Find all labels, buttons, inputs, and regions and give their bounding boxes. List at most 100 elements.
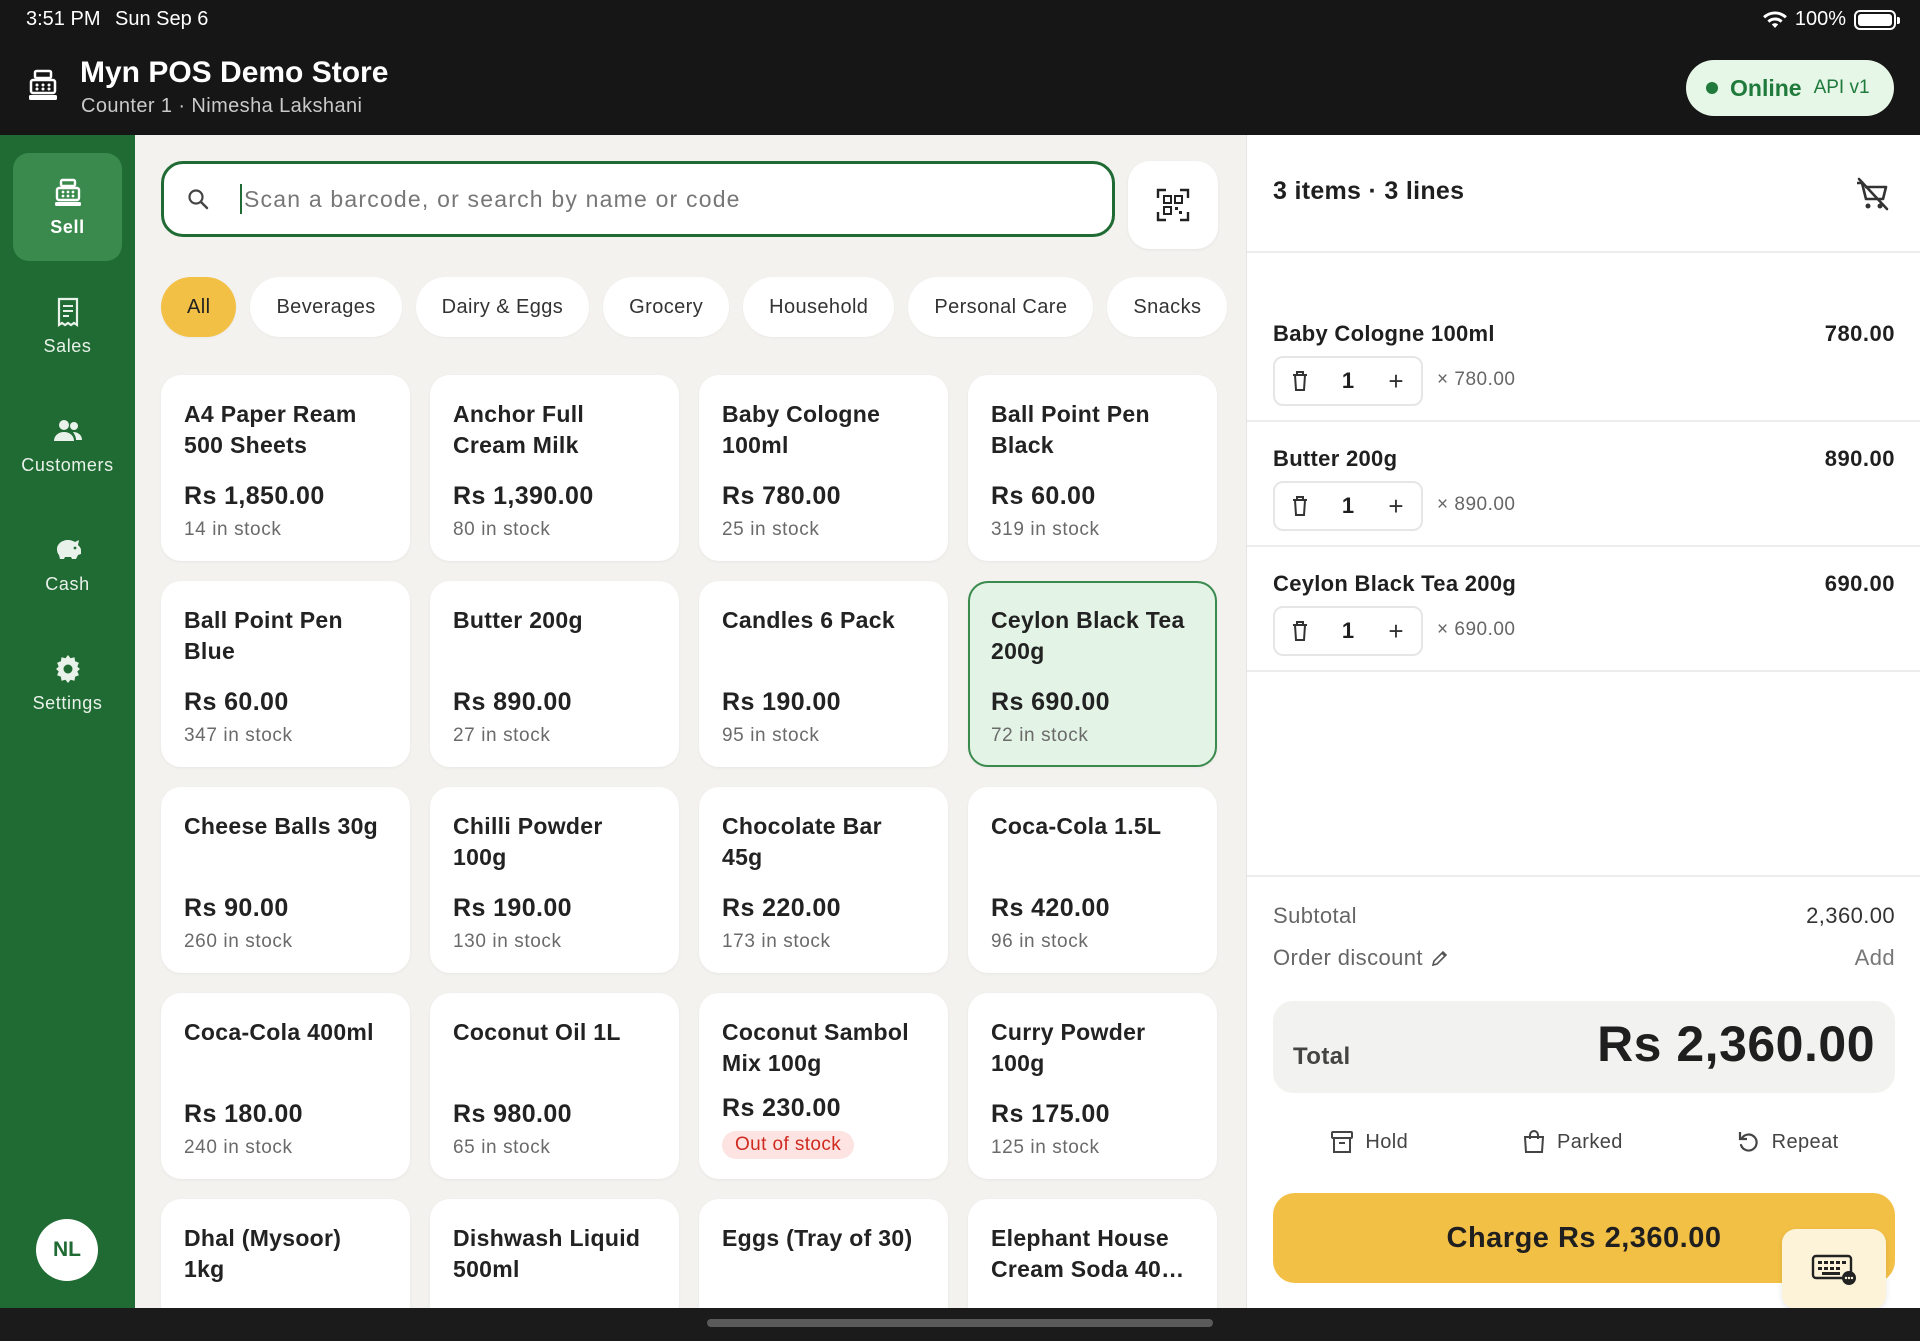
cart-line-name: Ceylon Black Tea 200g: [1273, 571, 1517, 596]
product-price: Rs 190.00: [453, 894, 572, 922]
parked-button[interactable]: Parked: [1521, 1129, 1623, 1155]
product-name: Ball Point Pen Blue: [184, 607, 343, 664]
product-card[interactable]: Coca-Cola 1.5L Rs 420.00 96 in stock: [968, 787, 1217, 973]
product-card[interactable]: Ball Point Pen Blue Rs 60.00 347 in stock: [161, 581, 410, 767]
product-name: Chilli Powder 100g: [453, 813, 603, 870]
connection-status[interactable]: Online API v1: [1686, 60, 1894, 116]
product-stock: 27 in stock: [453, 725, 551, 746]
remove-item-button[interactable]: [1275, 370, 1325, 392]
subtotal-value: 2,360.00: [1806, 903, 1895, 928]
clear-cart-icon[interactable]: [1853, 175, 1893, 215]
repeat-button[interactable]: Repeat: [1736, 1129, 1839, 1155]
product-card[interactable]: Chilli Powder 100g Rs 190.00 130 in stock: [430, 787, 679, 973]
quantity-stepper: 1 +: [1273, 606, 1423, 656]
qr-scan-icon: [1156, 188, 1190, 222]
product-name: Coconut Sambol Mix 100g: [722, 1019, 909, 1076]
search-input[interactable]: [244, 185, 1044, 213]
text-caret: [240, 184, 242, 214]
quantity-stepper: 1 +: [1273, 481, 1423, 531]
quantity-value[interactable]: 1: [1325, 368, 1371, 394]
product-card[interactable]: Ball Point Pen Black Rs 60.00 319 in stock: [968, 375, 1217, 561]
cart-line-name: Butter 200g: [1273, 446, 1398, 471]
product-stock: 95 in stock: [722, 725, 820, 746]
cart-line-total: 690.00: [1824, 571, 1895, 596]
product-card[interactable]: Coconut Oil 1L Rs 980.00 65 in stock: [430, 993, 679, 1179]
product-price: Rs 60.00: [991, 482, 1096, 510]
product-name: Coconut Oil 1L: [453, 1019, 621, 1045]
trash-icon: [1293, 496, 1307, 516]
product-stock: 347 in stock: [184, 725, 293, 746]
product-name: Curry Powder 100g: [991, 1019, 1146, 1076]
product-card[interactable]: A4 Paper Ream 500 Sheets Rs 1,850.00 14 in…: [161, 375, 410, 561]
sidebar-item-customers[interactable]: Customers: [13, 391, 122, 499]
pencil-icon: [1431, 950, 1448, 967]
api-version: API v1: [1813, 77, 1870, 98]
product-card[interactable]: Eggs (Tray of 30): [699, 1199, 948, 1308]
product-price: Rs 420.00: [991, 894, 1110, 922]
quantity-value[interactable]: 1: [1325, 618, 1371, 644]
scan-barcode-button[interactable]: [1128, 161, 1218, 249]
product-price: Rs 175.00: [991, 1100, 1110, 1128]
wifi-icon: [1762, 11, 1787, 28]
category-chip[interactable]: Dairy & Eggs: [415, 277, 590, 337]
product-card[interactable]: Ceylon Black Tea 200g Rs 690.00 72 in stoc…: [968, 581, 1217, 767]
increase-quantity-button[interactable]: +: [1371, 491, 1421, 522]
sidebar-item-cash[interactable]: Cash: [13, 510, 122, 618]
category-chip[interactable]: Household: [743, 277, 895, 337]
product-name: Anchor Full Cream Milk Pow…: [453, 401, 585, 458]
status-date: Sun Sep 6: [115, 8, 209, 30]
quantity-value[interactable]: 1: [1325, 493, 1371, 519]
product-price: Rs 230.00: [722, 1094, 841, 1122]
discount-label-wrap[interactable]: Order discount: [1273, 945, 1449, 971]
category-chip[interactable]: All: [161, 277, 237, 337]
sidebar-item-sell[interactable]: Sell: [13, 153, 122, 261]
product-stock: 319 in stock: [991, 519, 1100, 540]
product-stock: 72 in stock: [991, 725, 1089, 746]
category-chip[interactable]: Beverages: [250, 277, 402, 337]
product-stock: 130 in stock: [453, 931, 562, 952]
product-card[interactable]: Baby Cologne 100ml Rs 780.00 25 in stock: [699, 375, 948, 561]
product-card[interactable]: Coca-Cola 400ml Rs 180.00 240 in stock: [161, 993, 410, 1179]
cart-count: 3 items · 3 lines: [1273, 177, 1465, 205]
hold-button[interactable]: Hold: [1329, 1129, 1408, 1155]
connection-status-label: Online: [1730, 74, 1802, 101]
product-name: Cheese Balls 30g: [184, 813, 379, 839]
discount-row: Order discount Add: [1273, 945, 1895, 971]
product-card[interactable]: Chocolate Bar 45g Rs 220.00 173 in stock: [699, 787, 948, 973]
repeat-label: Repeat: [1771, 1130, 1839, 1153]
increase-quantity-button[interactable]: +: [1371, 616, 1421, 647]
product-card[interactable]: Elephant House Cream Soda 40…: [968, 1199, 1217, 1308]
product-name: Butter 200g: [453, 607, 583, 633]
quantity-stepper: 1 +: [1273, 356, 1423, 406]
product-card[interactable]: Candles 6 Pack Rs 190.00 95 in stock: [699, 581, 948, 767]
product-name: Eggs (Tray of 30): [722, 1225, 913, 1251]
sidebar-item-label: Settings: [32, 692, 103, 713]
add-discount-button[interactable]: Add: [1855, 945, 1895, 971]
product-card[interactable]: Coconut Sambol Mix 100g Rs 230.00 Out of s…: [699, 993, 948, 1179]
avatar[interactable]: NL: [36, 1219, 98, 1281]
product-card[interactable]: Butter 200g Rs 890.00 27 in stock: [430, 581, 679, 767]
cart-panel: 3 items · 3 lines Baby Cologne 100ml 780.…: [1246, 135, 1920, 1309]
product-card[interactable]: Dishwash Liquid 500ml: [430, 1199, 679, 1308]
category-chip[interactable]: Grocery: [603, 277, 730, 337]
sidebar-item-settings[interactable]: Settings: [13, 629, 122, 737]
category-chip[interactable]: Snacks: [1107, 277, 1228, 337]
product-card[interactable]: Curry Powder 100g Rs 175.00 125 in stock: [968, 993, 1217, 1179]
increase-quantity-button[interactable]: +: [1371, 366, 1421, 397]
product-name: Coca-Cola 1.5L: [991, 813, 1162, 839]
product-stock: 65 in stock: [453, 1137, 551, 1158]
product-card[interactable]: Cheese Balls 30g Rs 90.00 260 in stock: [161, 787, 410, 973]
search-bar[interactable]: [161, 161, 1115, 237]
home-indicator[interactable]: [707, 1319, 1213, 1327]
category-chip[interactable]: Personal Care: [908, 277, 1094, 337]
product-card[interactable]: Dhal (Mysoor) 1kg: [161, 1199, 410, 1308]
product-name: Candles 6 Pack: [722, 607, 895, 633]
unit-price: × 690.00: [1437, 619, 1516, 640]
remove-item-button[interactable]: [1275, 620, 1325, 642]
product-price: Rs 1,850.00: [184, 482, 325, 510]
product-card[interactable]: Anchor Full Cream Milk Pow… Rs 1,390.00 80…: [430, 375, 679, 561]
sidebar-item-sales[interactable]: Sales: [13, 272, 122, 380]
remove-item-button[interactable]: [1275, 495, 1325, 517]
keyboard-button[interactable]: [1782, 1229, 1886, 1309]
cart-line-total: 780.00: [1824, 321, 1895, 346]
